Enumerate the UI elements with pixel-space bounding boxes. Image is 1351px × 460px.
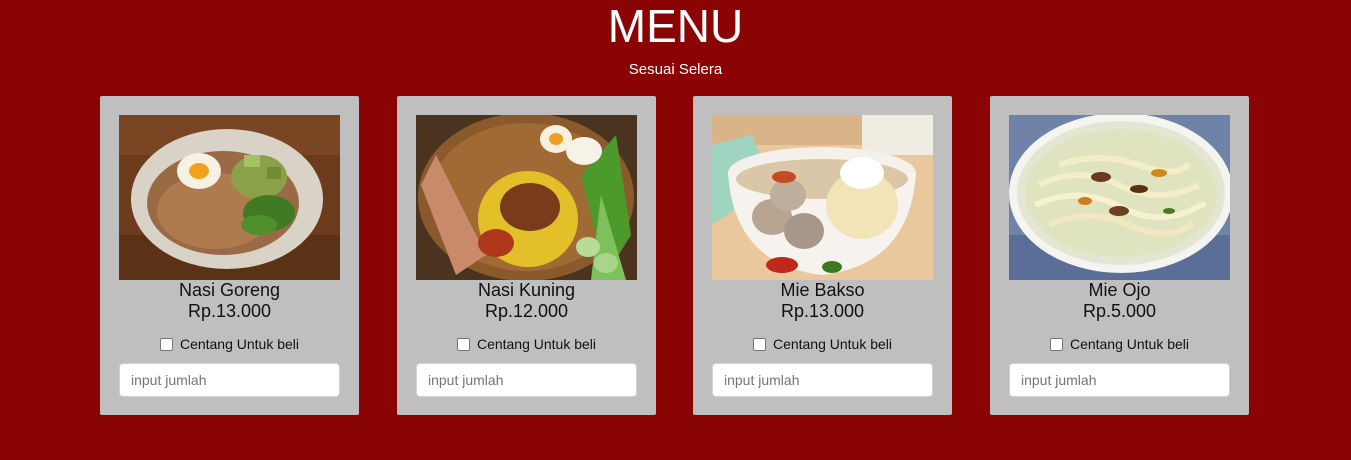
- buy-checkbox-row[interactable]: Centang Untuk beli: [397, 336, 656, 352]
- menu-page: MENU Sesuai Selera Nasi Goreng Rp.13.000: [0, 0, 1351, 460]
- mie-bakso-image: [712, 115, 933, 280]
- menu-item-name: Nasi Goreng: [178, 280, 281, 300]
- quantity-input[interactable]: [416, 363, 637, 397]
- page-subtitle: Sesuai Selera: [628, 61, 723, 78]
- buy-checkbox[interactable]: [456, 338, 470, 351]
- menu-item-price: Rp.13.000: [780, 301, 865, 321]
- menu-card-nasi-kuning: Nasi Kuning Rp.12.000 Centang Untuk beli: [397, 96, 656, 415]
- menu-card-mie-bakso: Mie Bakso Rp.13.000 Centang Untuk beli: [693, 96, 952, 415]
- mie-ojo-image: [1009, 115, 1230, 280]
- quantity-input[interactable]: [119, 363, 340, 397]
- buy-checkbox-row[interactable]: Centang Untuk beli: [100, 336, 359, 352]
- buy-checkbox-label: Centang Untuk beli: [1069, 336, 1190, 352]
- menu-item-price: Rp.13.000: [187, 301, 272, 321]
- menu-card-nasi-goreng: Nasi Goreng Rp.13.000 Centang Untuk beli: [100, 96, 359, 415]
- quantity-input[interactable]: [1009, 363, 1230, 397]
- nasi-kuning-image: [416, 115, 637, 280]
- menu-item-price: Rp.5.000: [1082, 301, 1157, 321]
- buy-checkbox[interactable]: [1049, 338, 1063, 351]
- buy-checkbox[interactable]: [752, 338, 766, 351]
- buy-checkbox-row[interactable]: Centang Untuk beli: [693, 336, 952, 352]
- menu-item-name: Mie Ojo: [1088, 280, 1151, 300]
- menu-item-price: Rp.12.000: [484, 301, 569, 321]
- buy-checkbox-row[interactable]: Centang Untuk beli: [990, 336, 1249, 352]
- buy-checkbox-label: Centang Untuk beli: [476, 336, 597, 352]
- buy-checkbox-label: Centang Untuk beli: [772, 336, 893, 352]
- nasi-goreng-image: [119, 115, 340, 280]
- page-title: MENU: [607, 0, 744, 52]
- buy-checkbox-label: Centang Untuk beli: [179, 336, 300, 352]
- menu-item-name: Nasi Kuning: [477, 280, 576, 300]
- quantity-input[interactable]: [712, 363, 933, 397]
- menu-item-name: Mie Bakso: [780, 280, 865, 300]
- buy-checkbox[interactable]: [159, 338, 173, 351]
- menu-card-mie-ojo: Mie Ojo Rp.5.000 Centang Untuk beli: [990, 96, 1249, 415]
